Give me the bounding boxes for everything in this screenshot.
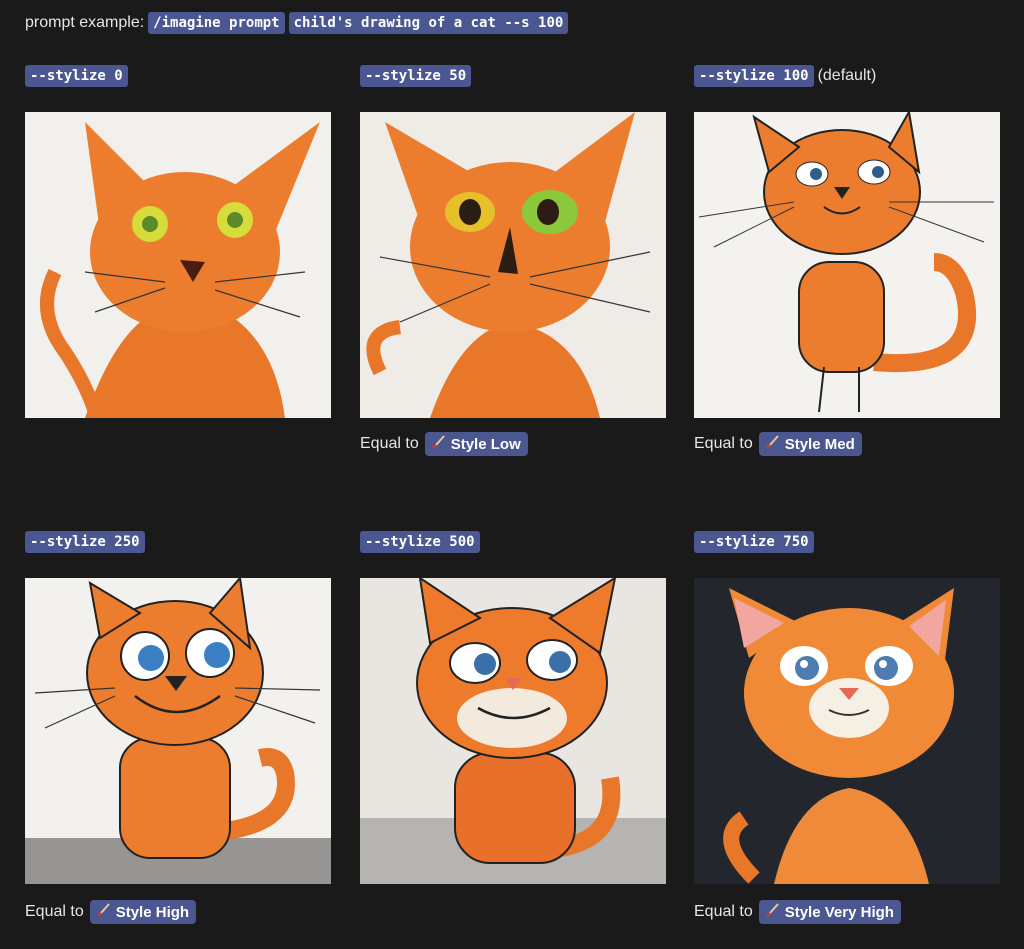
equal-to-row: Equal to Style Med [694,432,862,456]
prompt-text: child's drawing of a cat --s 100 [288,12,569,34]
paintbrush-icon [765,903,780,921]
stylize-param: --stylize 0 [25,65,128,87]
equal-to-row: Equal to Style Very High [694,900,901,924]
stylize-param: --stylize 100 [694,65,814,87]
style-very-high-badge: Style Very High [758,900,901,924]
prompt-label: prompt example: [25,14,145,31]
stylize-param: --stylize 750 [694,531,814,553]
equal-to-label: Equal to [360,435,419,452]
stylize-cell-0: --stylize 0 [25,64,331,418]
stylize-param: --stylize 500 [360,531,480,553]
cat-image-stylize-100 [694,112,1000,418]
equal-to-label: Equal to [694,903,753,920]
paintbrush-icon [431,435,446,453]
style-label: Style High [115,903,190,921]
equal-to-row: Equal to Style High [25,900,197,924]
stylize-param: --stylize 250 [25,531,145,553]
equal-to-row: Equal to Style Low [360,432,528,456]
paintbrush-icon [765,435,780,453]
cat-image-stylize-50 [360,112,666,418]
stylize-cell-100: --stylize 100 (default) Equal to Style M… [694,64,1000,456]
stylize-cell-750: --stylize 750 Equal to Style Very High [694,530,1000,924]
style-label: Style Med [784,435,855,453]
stylize-cell-250: --stylize 250 Equal to Style High [25,530,331,924]
stylize-param: --stylize 50 [360,65,472,87]
equal-to-label: Equal to [694,435,753,452]
style-low-badge: Style Low [424,432,528,456]
default-note: (default) [817,67,877,84]
prompt-example: prompt example: /imagine prompt child's … [25,12,569,34]
stylize-cell-500: --stylize 500 [360,530,666,884]
style-label: Style Very High [784,903,894,921]
equal-to-label: Equal to [25,903,84,920]
cat-image-stylize-750 [694,578,1000,884]
prompt-command: /imagine prompt [148,12,285,34]
style-high-badge: Style High [89,900,197,924]
paintbrush-icon [96,903,111,921]
cat-image-stylize-500 [360,578,666,884]
style-label: Style Low [450,435,521,453]
cat-image-stylize-0 [25,112,331,418]
style-med-badge: Style Med [758,432,862,456]
stylize-cell-50: --stylize 50 Equal to Style Low [360,64,666,456]
cat-image-stylize-250 [25,578,331,884]
